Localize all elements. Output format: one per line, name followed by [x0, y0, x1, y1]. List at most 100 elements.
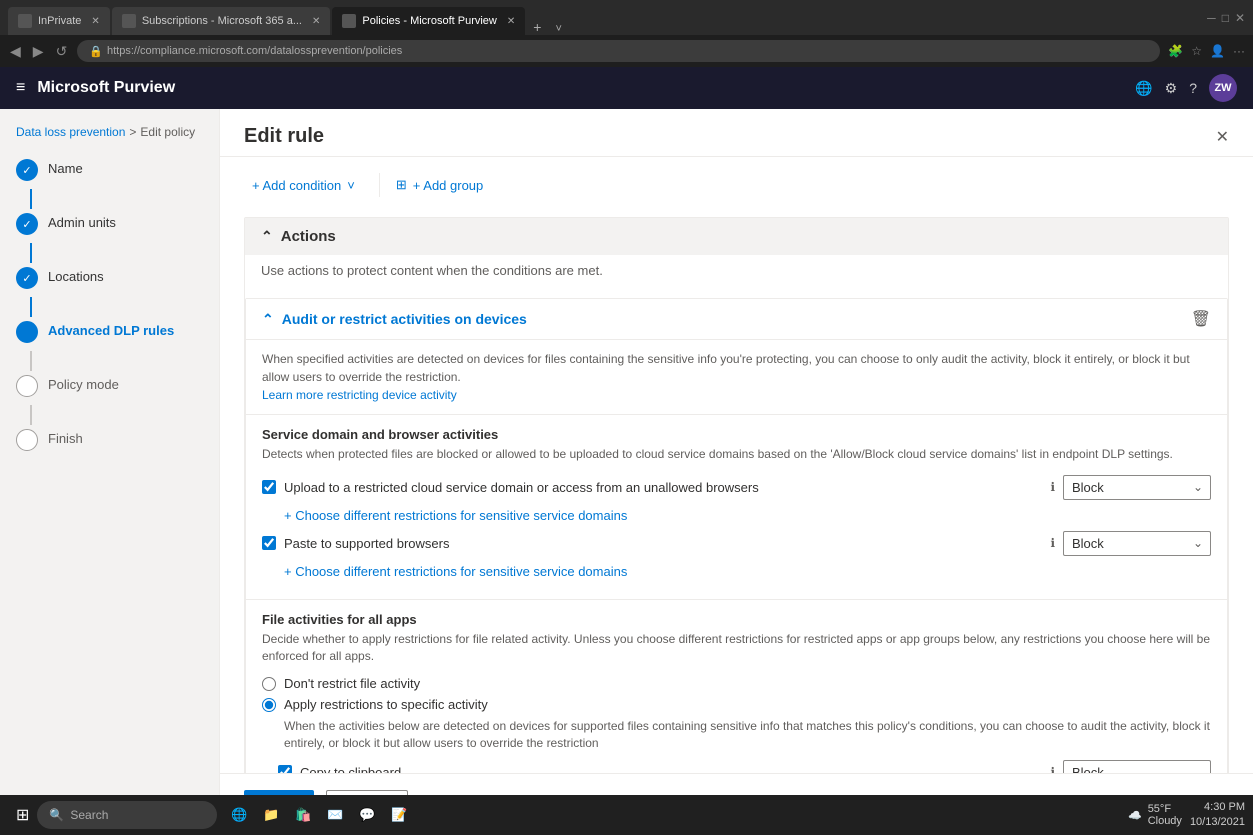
hamburger-menu[interactable]: ≡ — [16, 79, 25, 97]
extensions-icon[interactable]: 🧩 — [1168, 44, 1183, 58]
step-admin-units[interactable]: ✓ Admin units — [16, 209, 203, 239]
paste-checkbox[interactable] — [262, 536, 276, 550]
tab-policies[interactable]: Policies - Microsoft Purview ✕ — [332, 7, 525, 35]
clock-date: 10/13/2021 — [1190, 815, 1245, 830]
forward-button[interactable]: ▶ — [31, 41, 46, 62]
step-policy-circle — [16, 375, 38, 397]
favorites-icon[interactable]: ☆ — [1191, 44, 1202, 58]
private-tab-icon — [18, 14, 32, 28]
audit-title: Audit or restrict activities on devices — [282, 311, 527, 327]
breadcrumb-separator: > — [129, 125, 136, 139]
back-button[interactable]: ◀ — [8, 41, 23, 62]
upload-dropdown-wrapper: Audit only Block Block with override — [1063, 475, 1211, 500]
add-group-button[interactable]: ⊞ + Add group — [379, 173, 491, 197]
apply-restrictions-label: Apply restrictions to specific activity — [284, 697, 488, 712]
step-name[interactable]: ✓ Name — [16, 155, 203, 185]
settings-icon[interactable]: ··· — [1233, 44, 1245, 58]
add-condition-label: + Add condition — [252, 178, 341, 193]
browser-actions: 🧩 ☆ 👤 ··· — [1168, 44, 1245, 58]
step-connector-1 — [30, 189, 32, 209]
step-finish[interactable]: Finish — [16, 425, 203, 455]
search-label: Search — [70, 808, 108, 822]
taskbar-store[interactable]: 🛍️ — [289, 801, 317, 829]
step-finish-circle — [16, 429, 38, 451]
new-tab-button[interactable]: + — [527, 19, 547, 35]
upload-restriction-link[interactable]: + Choose different restrictions for sens… — [284, 508, 1211, 523]
audit-collapse-icon: ⌃ — [262, 311, 274, 328]
app-container: ≡ Microsoft Purview 🌐 ⚙ ? ZW Data loss p… — [0, 67, 1253, 835]
apply-restrictions-row: Apply restrictions to specific activity — [262, 697, 1211, 712]
paste-info-icon[interactable]: ℹ — [1050, 536, 1055, 550]
breadcrumb-current: Edit policy — [140, 125, 195, 139]
step-advanced-dlp[interactable]: Advanced DLP rules — [16, 317, 203, 347]
wizard-steps: ✓ Name ✓ Admin units ✓ Locations — [0, 155, 219, 455]
start-button[interactable]: ⊞ — [8, 801, 37, 829]
url-bar[interactable]: 🔒 https://compliance.microsoft.com/datal… — [77, 40, 1160, 62]
tab-private-close[interactable]: ✕ — [91, 16, 99, 27]
clock[interactable]: 4:30 PM 10/13/2021 — [1190, 800, 1245, 831]
breadcrumb-dlp-link[interactable]: Data loss prevention — [16, 125, 125, 139]
audit-delete-button[interactable]: 🗑 — [1191, 309, 1211, 329]
tab-subscriptions-close[interactable]: ✕ — [312, 16, 320, 27]
file-activities-desc: Decide whether to apply restrictions for… — [262, 631, 1211, 665]
panel-close-button[interactable]: ✕ — [1216, 127, 1229, 147]
step-advanced-circle — [16, 321, 38, 343]
paste-restriction-link[interactable]: + Choose different restrictions for sens… — [284, 564, 1211, 579]
taskbar-word[interactable]: 📝 — [385, 801, 413, 829]
tab-private[interactable]: InPrivate ✕ — [8, 7, 110, 35]
breadcrumb: Data loss prevention > Edit policy — [0, 125, 219, 155]
paste-dropdown[interactable]: Audit only Block Block with override — [1063, 531, 1211, 556]
upload-checkbox[interactable] — [262, 480, 276, 494]
actions-title: Actions — [281, 228, 336, 245]
minimize-button[interactable]: ─ — [1207, 11, 1216, 25]
profile-icon[interactable]: 👤 — [1210, 44, 1225, 58]
audit-header-collapse[interactable]: ⌃ Audit or restrict activities on device… — [262, 311, 527, 328]
panel-header: Edit rule ✕ — [220, 109, 1253, 157]
upload-checkbox-row: Upload to a restricted cloud service dom… — [262, 475, 1211, 500]
dont-restrict-radio[interactable] — [262, 677, 276, 691]
taskbar-explorer[interactable]: 📁 — [257, 801, 285, 829]
tab-policies-label: Policies - Microsoft Purview — [362, 15, 496, 27]
maximize-button[interactable]: □ — [1222, 11, 1229, 25]
upload-dropdown[interactable]: Audit only Block Block with override — [1063, 475, 1211, 500]
audit-section: ⌃ Audit or restrict activities on device… — [245, 298, 1228, 829]
close-window-button[interactable]: ✕ — [1235, 11, 1245, 25]
actions-collapse-icon: ⌃ — [261, 228, 273, 245]
panel-content: + Add condition ˅ ⊞ + Add group ⌃ Action… — [220, 157, 1253, 835]
upload-info-icon[interactable]: ℹ — [1050, 480, 1055, 494]
app-title: Microsoft Purview — [37, 79, 175, 97]
browser-chrome: InPrivate ✕ Subscriptions - Microsoft 36… — [0, 0, 1253, 35]
service-domain-desc: Detects when protected files are blocked… — [262, 446, 1211, 463]
service-domain-section: Service domain and browser activities De… — [246, 414, 1227, 599]
add-condition-button[interactable]: + Add condition ˅ — [244, 174, 363, 197]
taskbar-teams[interactable]: 💬 — [353, 801, 381, 829]
apply-restrictions-radio[interactable] — [262, 698, 276, 712]
tab-chevron[interactable]: ˅ — [549, 23, 567, 35]
paste-label: Paste to supported browsers — [284, 536, 1038, 551]
add-group-icon: ⊞ — [396, 177, 407, 193]
actions-header[interactable]: ⌃ Actions — [245, 218, 1228, 255]
tab-subscriptions[interactable]: Subscriptions - Microsoft 365 a... ✕ — [112, 7, 331, 35]
refresh-button[interactable]: ↺ — [54, 41, 70, 62]
step-policy-mode[interactable]: Policy mode — [16, 371, 203, 401]
step-locations[interactable]: ✓ Locations — [16, 263, 203, 293]
clock-time: 4:30 PM — [1190, 800, 1245, 815]
actions-description: Use actions to protect content when the … — [245, 255, 1228, 286]
user-avatar[interactable]: ZW — [1209, 74, 1237, 102]
lock-icon: 🔒 — [89, 45, 103, 58]
learn-more-link[interactable]: Learn more restricting device activity — [262, 388, 457, 402]
sidebar: Data loss prevention > Edit policy ✓ Nam… — [0, 109, 220, 835]
weather-condition: Cloudy — [1148, 815, 1182, 827]
add-group-label: + Add group — [413, 178, 483, 193]
help-icon[interactable]: ? — [1189, 80, 1197, 96]
content-area: Data loss prevention > Edit policy ✓ Nam… — [0, 109, 1253, 835]
taskbar-mail[interactable]: ✉️ — [321, 801, 349, 829]
settings-header-icon[interactable]: ⚙ — [1165, 80, 1178, 97]
taskbar-search[interactable]: 🔍 Search — [37, 801, 217, 829]
app-header: ≡ Microsoft Purview 🌐 ⚙ ? ZW — [0, 67, 1253, 109]
tab-policies-close[interactable]: ✕ — [507, 16, 515, 27]
taskbar-edge[interactable]: 🌐 — [225, 801, 253, 829]
panel-title: Edit rule — [244, 125, 324, 148]
network-icon[interactable]: 🌐 — [1135, 80, 1152, 97]
toolbar: + Add condition ˅ ⊞ + Add group — [244, 173, 1229, 197]
